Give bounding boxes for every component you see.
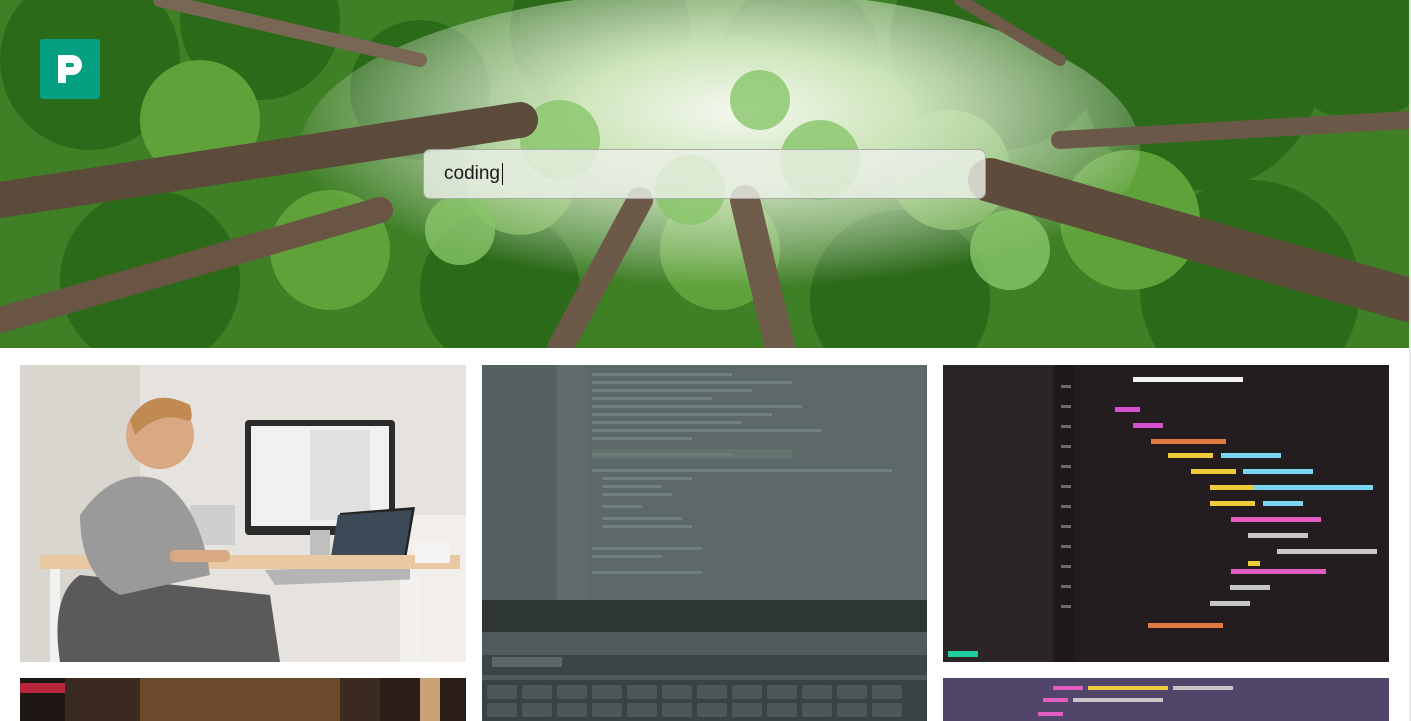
photo-html-code-purple-image	[943, 678, 1389, 721]
photo-dim-room[interactable]	[20, 678, 466, 721]
photo-gallery	[0, 348, 1409, 721]
photo-dim-room-image	[20, 678, 466, 721]
page	[0, 0, 1411, 721]
search-input[interactable]	[444, 163, 985, 185]
photo-laptop-code-screen[interactable]	[482, 365, 927, 721]
search-bar[interactable]	[423, 149, 986, 199]
photo-man-at-desk-with-imac[interactable]	[20, 365, 466, 662]
pexels-logo-icon	[58, 55, 82, 83]
text-caret	[502, 163, 503, 185]
photo-html-code-purple[interactable]	[943, 678, 1389, 721]
photo-react-code-closeup-image	[943, 365, 1389, 662]
photo-man-at-desk-with-imac-image	[20, 365, 466, 662]
logo[interactable]	[40, 39, 100, 99]
photo-react-code-closeup[interactable]	[943, 365, 1389, 662]
photo-laptop-code-screen-image	[482, 365, 927, 721]
